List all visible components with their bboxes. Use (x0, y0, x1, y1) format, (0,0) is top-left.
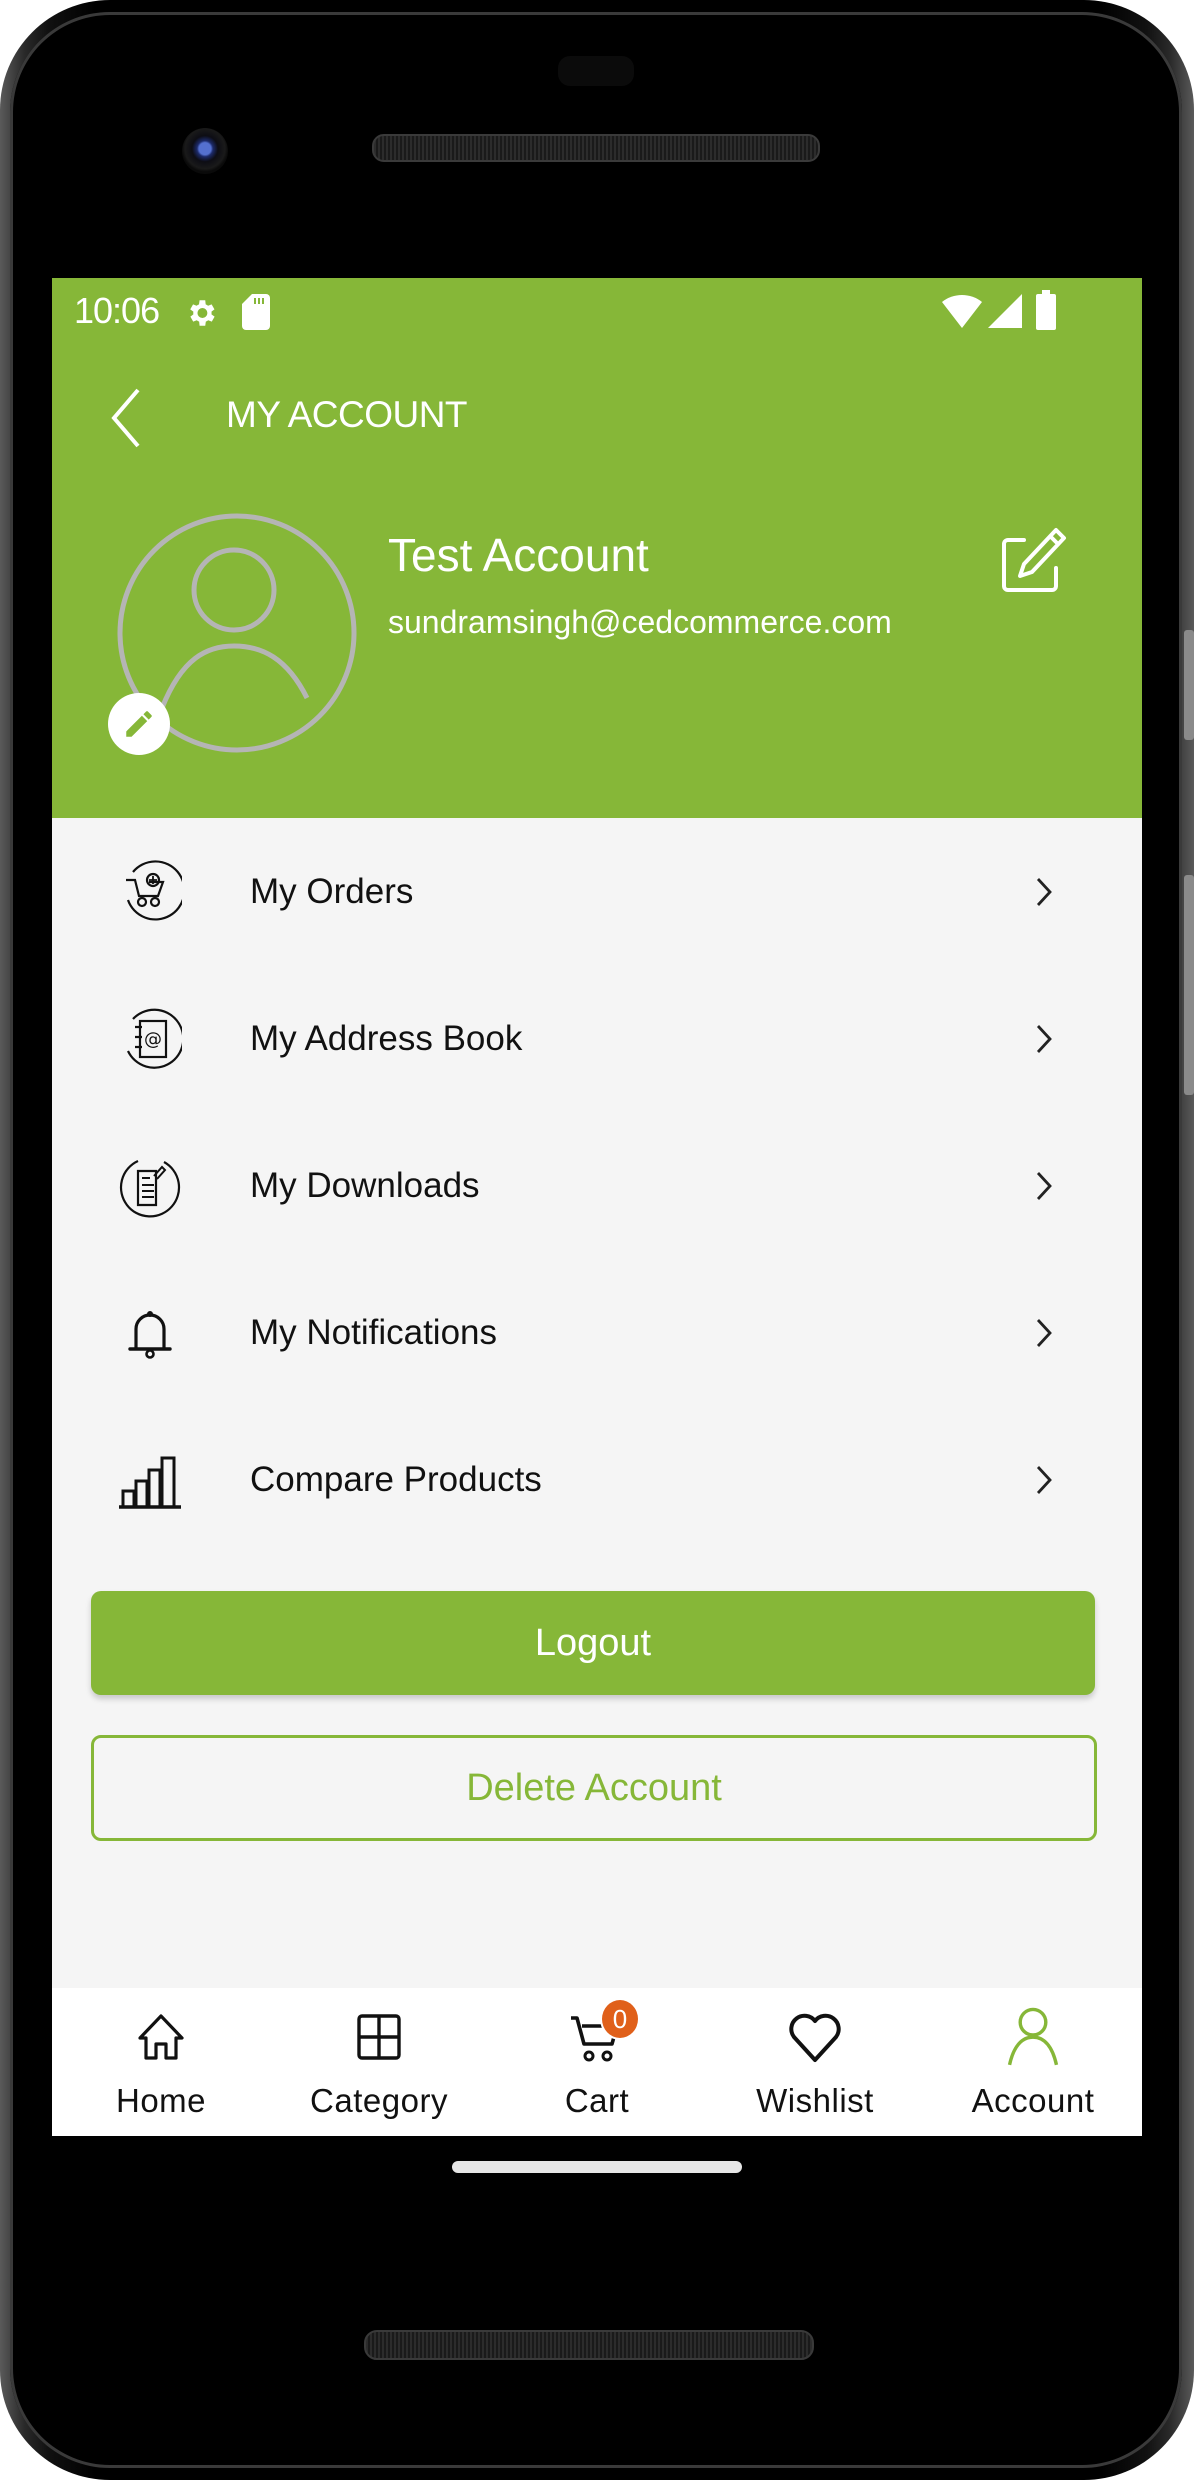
logout-button[interactable]: Logout (91, 1591, 1095, 1695)
menu-item-label: My Downloads (250, 1165, 480, 1205)
bottom-speaker (364, 2330, 814, 2360)
front-camera (182, 128, 228, 174)
menu-item-my-orders[interactable]: My Orders (52, 818, 1142, 965)
grid-icon (357, 2014, 401, 2060)
avatar-edit-button[interactable] (108, 693, 170, 755)
home-icon (138, 2014, 184, 2060)
nav-cart[interactable]: Cart (488, 1988, 706, 2136)
home-indicator[interactable] (452, 2161, 742, 2173)
cart-circle-icon (116, 858, 184, 926)
bar-chart-icon (116, 1446, 184, 1514)
volume-button (1184, 875, 1194, 1095)
nav-category[interactable]: Category (270, 1988, 488, 2136)
menu-item-label: My Orders (250, 871, 414, 911)
nav-label: Category (310, 2082, 448, 2119)
status-bar: 10:06 (52, 278, 1142, 346)
address-book-icon: @ (116, 1005, 184, 1073)
gear-icon (190, 300, 215, 326)
menu-item-my-downloads[interactable]: My Downloads (52, 1112, 1142, 1259)
profile-email: sundramsingh@cedcommerce.com (388, 604, 892, 640)
document-download-icon (116, 1152, 184, 1220)
nav-label: Account (971, 2082, 1095, 2119)
nav-label: Home (115, 2082, 207, 2119)
pencil-icon (126, 711, 152, 737)
account-header: 10:06 MY ACCOUNT Test Account sundramsin… (52, 278, 1142, 818)
chevron-right-icon (1036, 1024, 1052, 1053)
chevron-left-icon (111, 388, 140, 448)
menu-item-label: My Notifications (250, 1312, 498, 1352)
app-screen: 10:06 MY ACCOUNT Test Account sundramsin… (52, 278, 1142, 2136)
bell-icon (116, 1299, 184, 1367)
chevron-right-icon (1036, 1465, 1052, 1494)
chevron-right-icon (1036, 1171, 1052, 1200)
profile-section: Test Account sundramsingh@cedcommerce.co… (52, 508, 1142, 768)
profile-name: Test Account (388, 529, 649, 581)
cart-badge: 0 (600, 1998, 640, 2040)
power-button (1184, 630, 1194, 740)
page-title: MY ACCOUNT (226, 394, 468, 435)
nav-wishlist[interactable]: Wishlist (706, 1988, 924, 2136)
cellular-signal-icon (988, 294, 1022, 328)
toolbar: MY ACCOUNT (52, 378, 1142, 458)
battery-icon (1036, 290, 1056, 330)
phone-frame: 10:06 MY ACCOUNT Test Account sundramsin… (0, 0, 1194, 2480)
status-time: 10:06 (74, 290, 160, 331)
nav-label: Wishlist (756, 2082, 874, 2119)
svg-text:@: @ (144, 1029, 162, 1050)
account-menu: My Orders @ My Address Book My Downloads (52, 818, 1142, 1553)
chevron-right-icon (1036, 1318, 1052, 1347)
menu-item-label: Compare Products (250, 1459, 542, 1499)
menu-item-compare-products[interactable]: Compare Products (52, 1406, 1142, 1553)
heart-icon (789, 2013, 841, 2062)
chevron-right-icon (1036, 877, 1052, 906)
wifi-icon (942, 294, 982, 328)
menu-item-my-notifications[interactable]: My Notifications (52, 1259, 1142, 1406)
menu-item-my-address-book[interactable]: @ My Address Book (52, 965, 1142, 1112)
nav-home[interactable]: Home (52, 1988, 270, 2136)
sd-card-icon (242, 294, 270, 330)
delete-account-button[interactable]: Delete Account (91, 1735, 1097, 1841)
menu-item-label: My Address Book (250, 1018, 523, 1058)
earpiece-speaker (372, 134, 820, 162)
nav-label: Cart (564, 2082, 630, 2119)
back-button[interactable] (102, 386, 150, 450)
nav-account[interactable]: Account (924, 1988, 1142, 2136)
bottom-navigation: Home Category Cart 0 Wishlist Account (52, 1988, 1142, 2136)
user-icon (1007, 2007, 1059, 2066)
edit-square-icon (1002, 528, 1066, 592)
edit-profile-button[interactable] (1000, 526, 1068, 594)
proximity-sensor (558, 56, 634, 86)
